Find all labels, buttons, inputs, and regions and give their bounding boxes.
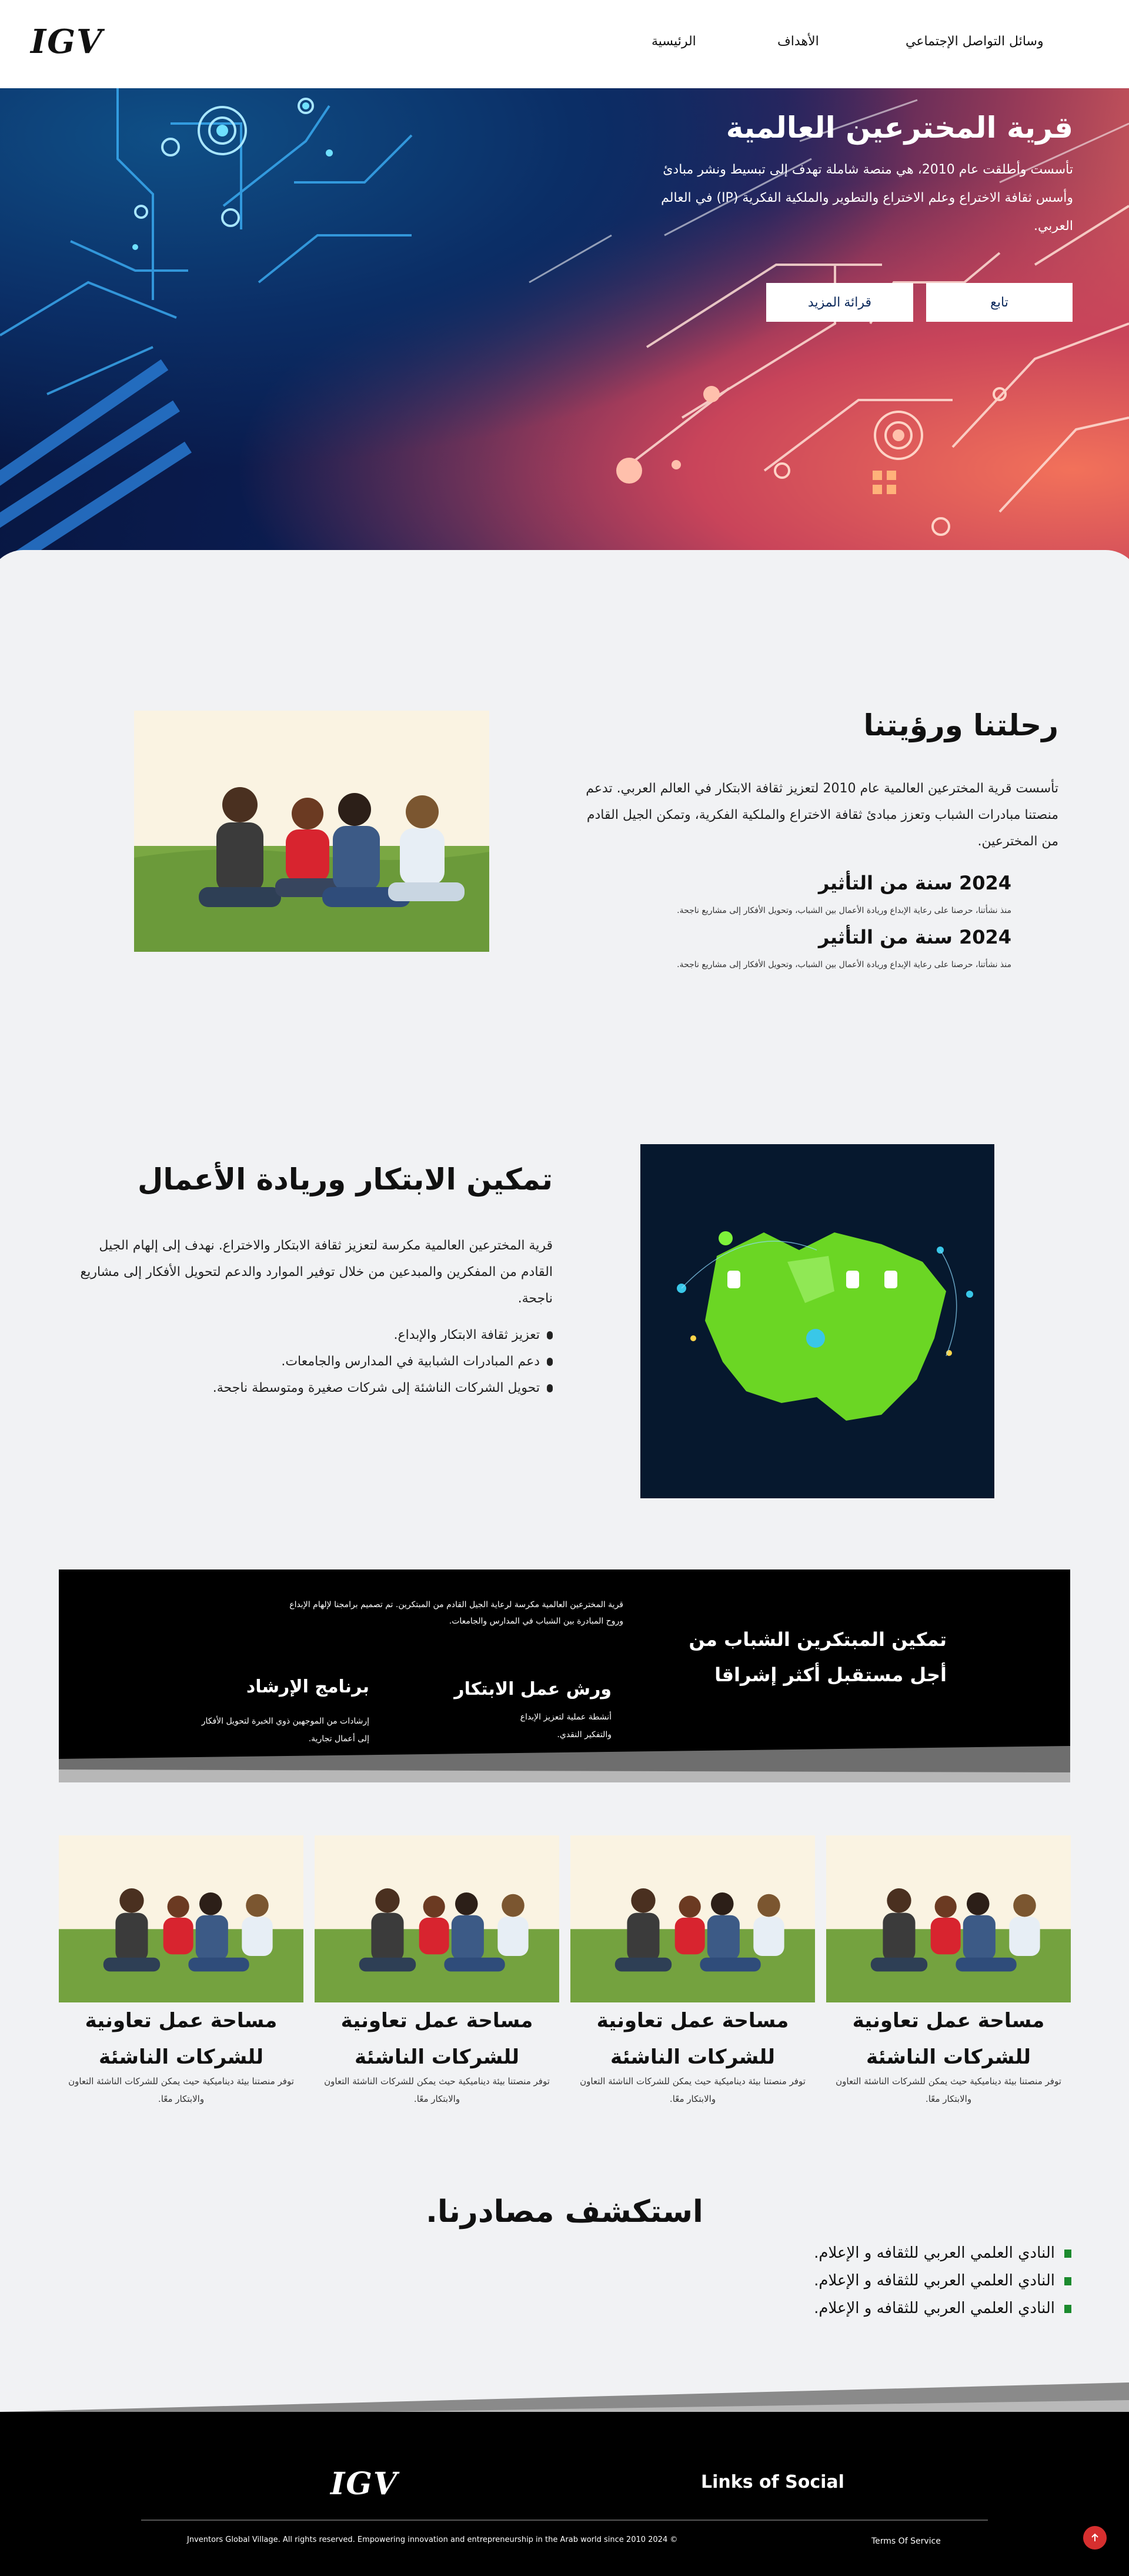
resources-title: استكشف مصادرنا. (426, 2194, 703, 2230)
pin-icon (547, 1358, 553, 1366)
youth-band: تمكين المبتكرين الشباب من أجل مستقبل أكث… (59, 1569, 1070, 1782)
footer-copyright: Jnventors Global Village. All rights res… (187, 2535, 678, 2544)
nav-home[interactable]: الرئيسية (652, 34, 696, 49)
site-logo[interactable]: IGV (31, 22, 103, 61)
stat-title-1: 2024 سنة من التأثير (818, 872, 1011, 894)
card-desc-1: توفر منصتنا بيئة ديناميكية حيث يمكن للشر… (68, 2076, 294, 2104)
stat-desc-2: منذ نشأتنا، حرصنا على رعاية الإبداع وريا… (677, 960, 1011, 969)
card-photo-1 (59, 1835, 303, 2002)
empower-title: تمكين الابتكار وريادة الأعمال (138, 1162, 553, 1197)
card-photo-4 (826, 1835, 1071, 2002)
hero-title: قرية المخترعين العالمية (726, 111, 1073, 145)
card-desc-4: توفر منصتنا بيئة ديناميكية حيث يمكن للشر… (836, 2076, 1061, 2104)
journey-title: رحلتنا ورؤيتنا (863, 708, 1058, 742)
card-desc-2: توفر منصتنا بيئة ديناميكية حيث يمكن للشر… (324, 2076, 550, 2104)
card-title-3: مساحة عمل تعاونية للشركات الناشئة (596, 2009, 789, 2069)
empower-text: قرية المخترعين العالمية مكرسة لتعزيز ثقا… (80, 1238, 553, 1306)
follow-button[interactable]: تابع (926, 283, 1073, 322)
hero-description: تأسست وأطلقت عام 2010، هي منصة شاملة تهد… (661, 162, 1073, 234)
card-title-4: مساحة عمل تعاونية للشركات الناشئة (852, 2009, 1045, 2069)
bullet-icon (1064, 2249, 1071, 2258)
nav-goals[interactable]: الأهداف (777, 34, 819, 49)
read-more-button[interactable]: قرائة المزيد (766, 283, 913, 322)
hero-section: قرية المخترعين العالمية تأسست وأطلقت عام… (0, 88, 1129, 565)
footer-logo[interactable]: IGV (330, 2466, 398, 2502)
bullet-icon (1064, 2304, 1071, 2313)
pin-icon (547, 1384, 553, 1392)
site-header: IGV الرئيسية الأهداف وسائل التواصل الإجت… (0, 0, 1129, 88)
hero-curve-divider (0, 550, 1129, 621)
resource-link-3[interactable]: النادي العلمي العربي للثقافه و الإعلام. (814, 2300, 1071, 2317)
resource-link-2[interactable]: النادي العلمي العربي للثقافه و الإعلام. (814, 2272, 1071, 2290)
empower-bullet-1: تعزيز ثقافة الابتكار والإبداع. (394, 1328, 553, 1342)
terms-link[interactable]: Terms Of Service (871, 2537, 941, 2546)
empower-bullet-3: تحويل الشركات الناشئة إلى شركات صغيرة وم… (213, 1381, 553, 1395)
team-photo (134, 711, 489, 952)
bullet-icon (1064, 2277, 1071, 2285)
stat-desc-1: منذ نشأتنا، حرصنا على رعاية الإبداع وريا… (677, 906, 1011, 915)
band-stripes (59, 1746, 1070, 1782)
resource-link-1[interactable]: النادي العلمي العربي للثقافه و الإعلام. (814, 2244, 1071, 2262)
arab-map-illustration (640, 1144, 994, 1498)
stat-title-2: 2024 سنة من التأثير (818, 926, 1011, 948)
scroll-top-button[interactable] (1083, 2526, 1107, 2550)
card-photo-3 (570, 1835, 815, 2002)
pin-icon (547, 1331, 553, 1339)
card-title-1: مساحة عمل تعاونية للشركات الناشئة (85, 2009, 278, 2069)
arrow-up-icon (1091, 2533, 1098, 2541)
site-footer: IGV Links of Social Jnventors Global Vil… (0, 2412, 1129, 2576)
card-photo-2 (315, 1835, 559, 2002)
footer-links-title: Links of Social (701, 2472, 844, 2492)
footer-separator (141, 2520, 988, 2521)
journey-text: تأسست قرية المخترعين العالمية عام 2010 ل… (586, 781, 1058, 849)
empower-bullet-2: دعم المبادرات الشبابية في المدارس والجام… (281, 1354, 553, 1369)
nav-social[interactable]: وسائل التواصل الإجتماعي (906, 34, 1044, 49)
card-title-2: مساحة عمل تعاونية للشركات الناشئة (340, 2009, 533, 2069)
card-desc-3: توفر منصتنا بيئة ديناميكية حيث يمكن للشر… (580, 2076, 806, 2104)
